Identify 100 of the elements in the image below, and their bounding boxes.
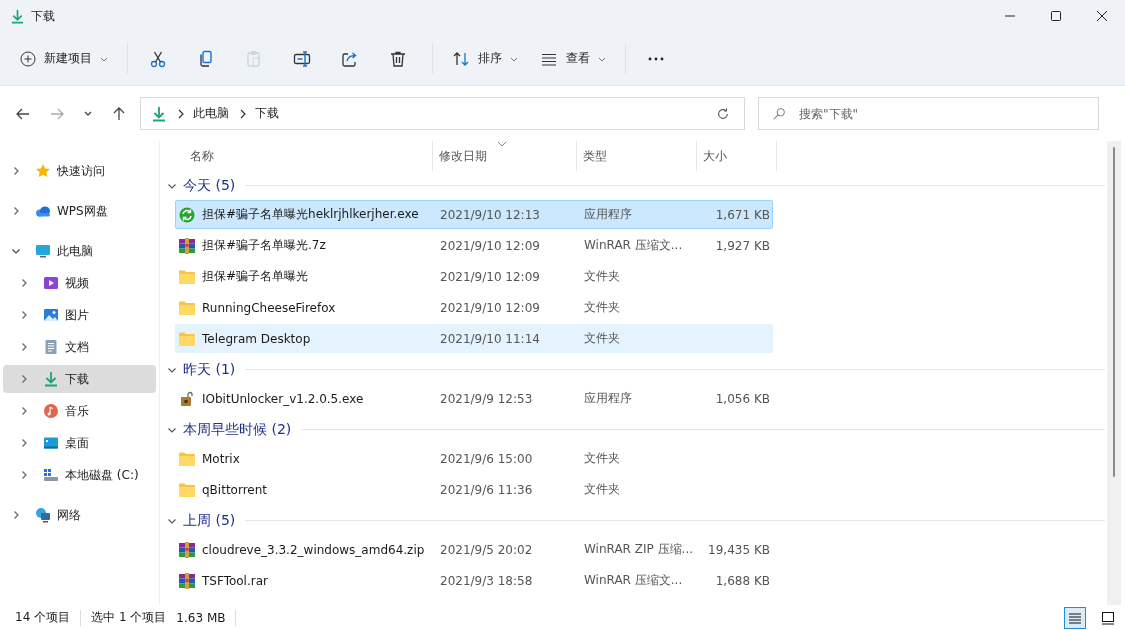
details-view-button[interactable] [1064,606,1086,629]
column-header[interactable]: 名称 [175,141,433,171]
sidebar-label: 文档 [65,338,89,356]
file-name: RunningCheeseFirefox [202,300,336,315]
sidebar-item[interactable]: 快速访问 [3,157,156,185]
chevron-right-icon[interactable] [19,342,29,352]
sidebar-item[interactable]: 桌面 [3,429,156,457]
file-name: Telegram Desktop [202,331,311,346]
document-icon [43,339,59,355]
music-icon [43,403,59,419]
file-type: WinRAR 压缩文... [583,572,684,589]
file-row[interactable]: Motrix 2021/9/6 15:00 文件夹 [175,444,773,473]
sidebar-label: 下载 [65,370,89,388]
file-row[interactable]: 担保#骗子名单曝光heklrjhlkerjher.exe 2021/9/10 12:13 应用程序 1,671 KB [175,200,773,229]
sidebar-item[interactable]: 下载 [3,365,156,393]
chevron-right-icon[interactable] [19,406,29,416]
file-row[interactable]: cloudreve_3.3.2_windows_amd64.zip 2021/9/5 20:02 WinRAR ZIP 压缩... 19,435 KB [175,535,773,564]
chevron-right-icon[interactable] [19,438,29,448]
file-type: 文件夹 [583,268,621,285]
address-bar[interactable]: 此电脑 下载 [140,97,745,130]
sidebar-item[interactable]: 视频 [3,269,156,297]
file-row[interactable]: Telegram Desktop 2021/9/10 11:14 文件夹 [175,324,773,353]
archive-icon [179,541,195,558]
file-type: 文件夹 [583,330,621,347]
sidebar-label: 桌面 [65,434,89,452]
video-icon [43,275,59,291]
sidebar-label: 网络 [57,506,81,524]
modified-date: 2021/9/6 11:36 [439,482,534,497]
file-row[interactable]: RunningCheeseFirefox 2021/9/10 12:09 文件夹 [175,293,773,322]
sidebar-item[interactable]: 文档 [3,333,156,361]
group-header[interactable]: 上周 (5) [183,511,236,530]
group-header[interactable]: 昨天 (1) [183,360,236,379]
network-icon [35,507,51,523]
chevron-right-icon[interactable] [19,470,29,480]
modified-date: 2021/9/3 18:58 [439,573,534,588]
group-header[interactable]: 本周早些时候 (2) [183,420,292,439]
file-name: Motrix [202,451,240,466]
column-header[interactable]: 类型 [577,141,697,171]
sidebar-label: 本地磁盘 (C:) [65,466,139,484]
chevron-right-icon[interactable] [11,510,21,520]
file-name: IObitUnlocker_v1.2.0.5.exe [202,391,364,406]
chevron-down-icon [83,110,93,117]
file-name: 担保#骗子名单曝光 [202,268,309,285]
file-row[interactable]: 担保#骗子名单曝光 2021/9/10 12:09 文件夹 [175,262,773,291]
modified-date: 2021/9/10 12:09 [439,269,541,284]
clipboard-icon [245,49,263,68]
sidebar-item[interactable]: WPS网盘 [3,197,156,225]
refresh-icon[interactable] [716,106,730,121]
group-header[interactable]: 今天 (5) [183,176,236,195]
chevron-right-icon[interactable] [19,278,29,288]
chevron-right-icon[interactable] [19,310,29,320]
new-item-button[interactable]: 新建项目 [12,40,117,77]
breadcrumb[interactable]: 下载 [255,105,279,122]
file-name: cloudreve_3.3.2_windows_amd64.zip [202,542,425,557]
sidebar-item[interactable]: 音乐 [3,397,156,425]
sidebar-item[interactable]: 图片 [3,301,156,329]
file-type: WinRAR 压缩文... [583,237,684,254]
trash-icon [389,49,407,68]
close-icon [1096,10,1108,22]
chevron-right-icon[interactable] [19,374,29,384]
sidebar-item[interactable]: 此电脑 [3,237,156,265]
view-button[interactable]: 查看 [531,40,615,77]
column-header[interactable]: 大小 [697,141,777,171]
modified-date: 2021/9/10 12:09 [439,238,541,253]
image-icon [43,307,59,323]
chevron-down-icon[interactable] [11,246,21,256]
chevron-right-icon[interactable] [11,166,21,176]
chevron-icon [177,108,185,119]
sort-caret-icon [497,141,507,147]
file-name: 担保#骗子名单曝光heklrjhlkerjher.exe [202,206,419,223]
list-icon [1068,610,1082,625]
sort-button[interactable]: 排序 [443,40,527,77]
sidebar-label: WPS网盘 [57,202,108,220]
chevron-right-icon[interactable] [11,206,21,216]
breadcrumb[interactable]: 此电脑 [193,105,229,122]
column-header[interactable]: 修改日期 [433,141,577,171]
file-size: 1,056 KB [714,391,770,406]
file-type: 应用程序 [583,206,633,223]
file-row[interactable]: IObitUnlocker_v1.2.0.5.exe 2021/9/9 12:53 应用程序 1,056 KB [175,384,773,413]
star-icon [35,163,51,179]
sidebar-item[interactable]: 本地磁盘 (C:) [3,461,156,489]
scrollbar[interactable] [1107,141,1121,605]
search-field[interactable]: 搜索"下载" [758,97,1099,130]
file-row[interactable]: TSFTool.rar 2021/9/3 18:58 WinRAR 压缩文... 1,688 KB [175,566,773,595]
tile-icon [1101,610,1115,625]
folder-icon [179,331,195,346]
modified-date: 2021/9/10 12:09 [439,300,541,315]
file-size: 1,688 KB [714,573,770,588]
download-icon [10,8,25,24]
file-name: 担保#骗子名单曝光.7z [202,237,326,254]
sidebar-item[interactable]: 网络 [3,501,156,529]
sidebar-label: 视频 [65,274,89,292]
folder-icon [179,451,195,466]
download-icon [43,371,59,387]
download-icon [151,105,167,122]
search-icon [772,107,786,121]
plus-icon [20,50,36,67]
modified-date: 2021/9/10 11:14 [439,331,541,346]
file-row[interactable]: 担保#骗子名单曝光.7z 2021/9/10 12:09 WinRAR 压缩文... 1,927 KB [175,231,773,260]
file-row[interactable]: qBittorrent 2021/9/6 11:36 文件夹 [175,475,773,504]
